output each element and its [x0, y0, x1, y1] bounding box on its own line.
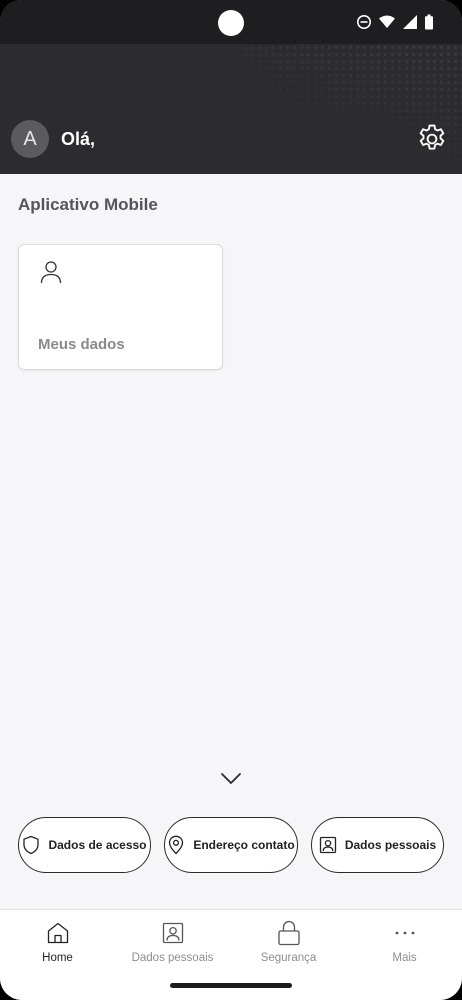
card-meus-dados[interactable]: Meus dados: [18, 244, 223, 370]
signal-icon: [403, 15, 417, 29]
gear-icon: [419, 124, 445, 150]
nav-item-home[interactable]: Home: [0, 910, 115, 974]
battery-icon: [425, 14, 433, 30]
quick-action-label: Dados pessoais: [344, 838, 437, 852]
person-icon: [40, 261, 62, 284]
quick-action-label: Endereço contato: [193, 838, 295, 852]
chevron-down-icon[interactable]: [219, 770, 243, 788]
nav-label: Segurança: [260, 952, 317, 964]
nav-item-seguranca[interactable]: Segurança: [231, 910, 346, 974]
section-title: Aplicativo Mobile: [18, 195, 158, 214]
quick-action-endereco-contato[interactable]: Endereço contato: [164, 817, 298, 873]
quick-action-dados-pessoais[interactable]: Dados pessoais: [311, 817, 444, 873]
header: A Olá,: [0, 0, 462, 174]
quick-action-dados-de-acesso[interactable]: Dados de acesso: [18, 817, 151, 873]
avatar-initial: A: [23, 127, 37, 150]
more-dots-icon: [395, 931, 414, 935]
id-badge-icon: [162, 922, 183, 944]
gesture-area: [0, 973, 462, 1000]
status-bar: [0, 0, 462, 44]
nav-label: Dados pessoais: [131, 952, 214, 964]
home-icon: [47, 922, 68, 944]
greeting-text: Olá,: [61, 129, 96, 149]
quick-action-label: Dados de acesso: [48, 838, 147, 852]
app-screen: A Olá, Aplicativo Mobile Meus dados Dado…: [0, 0, 462, 1000]
card-label: Meus dados: [38, 336, 125, 353]
location-pin-icon: [169, 835, 184, 855]
nav-label: Home: [42, 952, 73, 964]
camera-cutout: [218, 10, 244, 36]
nav-item-dados-pessoais[interactable]: Dados pessoais: [115, 910, 230, 974]
gesture-bar[interactable]: [170, 983, 292, 988]
nav-item-mais[interactable]: Mais: [347, 910, 462, 974]
status-icons: [356, 12, 434, 32]
bottom-nav: Home Dados pessoais Segurança Mais: [0, 909, 462, 973]
do-not-disturb-icon: [357, 15, 371, 29]
avatar[interactable]: A: [11, 120, 49, 158]
settings-button[interactable]: [414, 121, 450, 157]
lock-icon: [277, 920, 300, 946]
quick-actions: Dados de acesso Endereço contato Dados p…: [18, 817, 444, 873]
wifi-icon: [379, 15, 395, 28]
nav-label: Mais: [392, 952, 417, 964]
id-badge-icon: [319, 836, 336, 854]
shield-icon: [23, 835, 40, 855]
